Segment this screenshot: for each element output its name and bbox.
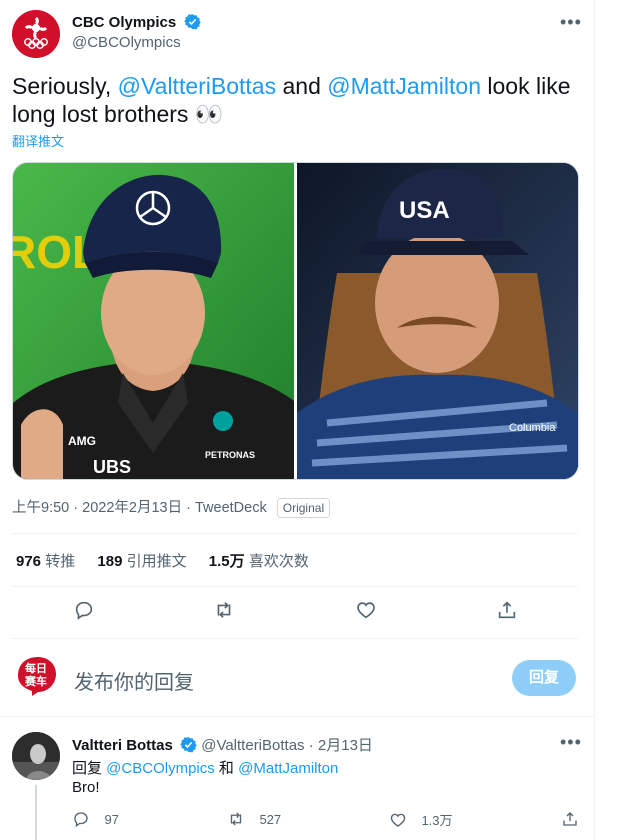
likes-label: 喜欢次数 <box>248 553 309 570</box>
like-icon <box>390 813 406 827</box>
divider <box>0 716 594 717</box>
meta-separator: · <box>186 500 191 516</box>
mention-valtteribottas[interactable]: @ValtteriBottas <box>118 73 276 99</box>
reply-like-action[interactable]: 1.3万 <box>389 810 453 830</box>
tweet-date[interactable]: 2022年2月13日 <box>82 500 182 516</box>
media-photo-right[interactable]: USA Columbia <box>294 163 578 479</box>
retweet-icon[interactable] <box>213 599 235 626</box>
original-badge: Original <box>276 498 331 518</box>
mention-cbcolympics[interactable]: @CBCOlympics <box>106 760 215 777</box>
avatar-line2: 赛车 <box>24 674 47 688</box>
thread-line <box>35 785 37 840</box>
retweet-icon <box>230 812 242 826</box>
reply-author-handle[interactable]: @ValtteriBottas <box>201 737 304 754</box>
brand-text: Columbia <box>509 422 556 434</box>
reply-retweets-count: 527 <box>259 812 282 827</box>
tweet-author-name-row[interactable]: CBC Olympics <box>72 13 201 32</box>
retweets-label: 转推 <box>45 553 76 570</box>
mention-mattjamilton[interactable]: @MattJamilton <box>327 73 481 99</box>
reply-author-avatar[interactable] <box>12 732 60 780</box>
curler-photo: USA Columbia <box>297 163 578 479</box>
more-dots-icon[interactable]: ••• <box>560 12 582 33</box>
cap-text: USA <box>399 197 450 224</box>
divider <box>12 638 578 639</box>
divider <box>12 533 578 534</box>
cbc-logo-icon <box>12 10 60 58</box>
replying-to: 回复 @CBCOlympics 和 @MattJamilton <box>72 757 338 778</box>
tweet-text-part: and <box>276 73 328 99</box>
ubs-text: UBS <box>93 457 131 477</box>
verified-badge-icon <box>180 737 197 753</box>
tweet-metadata: 上午9:50 · 2022年2月13日 · TweetDeck Original <box>12 496 331 518</box>
reply-avatar-photo <box>12 732 60 780</box>
reply-author-row: Valtteri Bottas @ValtteriBottas · 2月13日 <box>72 734 373 755</box>
avatar-line1: 每日 <box>25 661 47 675</box>
replying-and: 和 <box>214 760 239 777</box>
quotes-stat[interactable]: 189 引用推文 <box>97 553 186 570</box>
user-avatar-logo: 每日 赛车 <box>12 652 60 700</box>
translate-tweet-link[interactable]: 翻译推文 <box>12 131 64 150</box>
reply-retweet-action[interactable]: 527 <box>227 810 281 829</box>
tweet-stats: 976 转推 189 引用推文 1.5万 喜欢次数 <box>16 550 327 571</box>
likes-count: 1.5万 <box>208 553 245 570</box>
tweet-text-part: Seriously, <box>12 73 118 99</box>
tweet-text: Seriously, @ValtteriBottas and @MattJami… <box>12 72 582 128</box>
retweets-count: 976 <box>16 553 42 570</box>
divider <box>12 586 578 587</box>
reply-button[interactable]: 回复 <box>512 660 576 696</box>
reply-text: Bro! <box>72 779 100 796</box>
quotes-count: 189 <box>97 553 123 570</box>
verified-badge-icon <box>183 14 201 30</box>
replying-prefix: 回复 <box>72 760 107 777</box>
petronas-text: PETRONAS <box>205 450 255 460</box>
retweets-stat[interactable]: 976 转推 <box>16 553 75 570</box>
tweet-source[interactable]: TweetDeck <box>195 500 267 516</box>
tweet-time[interactable]: 上午9:50 <box>12 500 69 516</box>
reply-input[interactable]: 发布你的回复 <box>74 666 194 695</box>
f1-driver-photo: ROL AMG UBS PETRONAS <box>13 163 294 479</box>
mention-mattjamilton[interactable]: @MattJamilton <box>238 760 338 777</box>
user-avatar[interactable]: 每日 赛车 <box>12 652 60 700</box>
tweet-author-name[interactable]: CBC Olympics <box>72 14 176 31</box>
reply-replies-count: 97 <box>104 812 119 827</box>
tweet-author-handle[interactable]: @CBCOlympics <box>72 34 181 51</box>
share-icon[interactable] <box>496 599 518 626</box>
reply-reply-action[interactable]: 97 <box>72 810 119 829</box>
reply-likes-count: 1.3万 <box>421 813 453 828</box>
reply-icon <box>74 812 88 828</box>
reply-separator: · <box>308 737 314 754</box>
reply-icon[interactable] <box>73 599 95 626</box>
share-icon[interactable] <box>561 810 579 833</box>
quotes-label: 引用推文 <box>126 553 187 570</box>
reply-date[interactable]: 2月13日 <box>318 737 373 754</box>
amg-text: AMG <box>68 434 96 448</box>
more-dots-icon[interactable]: ••• <box>560 732 582 753</box>
media-photo-left[interactable]: ROL AMG UBS PETRONAS <box>13 163 294 479</box>
tweet-media[interactable]: ROL AMG UBS PETRONAS <box>12 162 579 480</box>
likes-stat[interactable]: 1.5万 喜欢次数 <box>209 553 309 570</box>
meta-separator: · <box>73 500 79 516</box>
cbc-avatar[interactable] <box>12 10 60 58</box>
timeline-column: CBC Olympics @CBCOlympics ••• Seriously,… <box>0 0 595 840</box>
reply-author-name[interactable]: Valtteri Bottas <box>72 737 173 754</box>
like-icon[interactable] <box>355 599 377 626</box>
